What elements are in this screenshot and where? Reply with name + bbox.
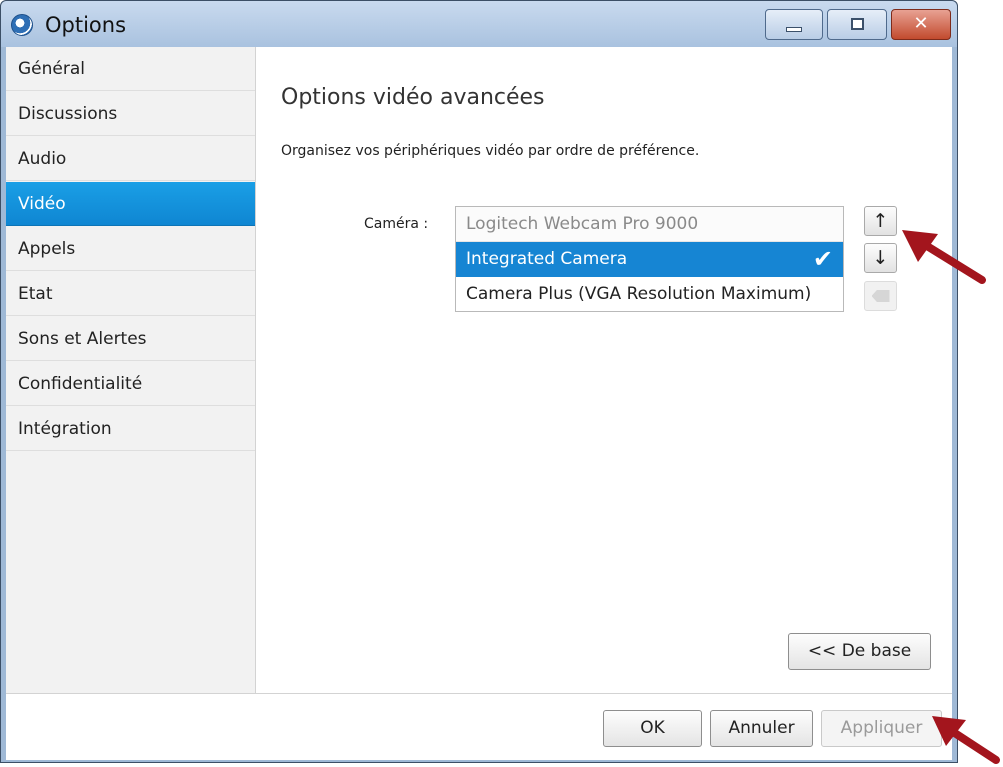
camera-list-item[interactable]: Camera Plus (VGA Resolution Maximum) xyxy=(456,277,843,312)
maximize-icon xyxy=(851,18,864,30)
sidebar-item[interactable]: Vidéo xyxy=(6,182,255,226)
page-description: Organisez vos périphériques vidéo par or… xyxy=(281,143,700,159)
dialog-client-area: Général Discussions Audio Vidéo Appels Etat So… xyxy=(6,47,952,760)
window-title: Options xyxy=(45,13,127,37)
sidebar-item[interactable]: Audio xyxy=(6,137,255,181)
sidebar: Général Discussions Audio Vidéo Appels Etat So… xyxy=(6,47,256,693)
minimize-icon xyxy=(786,27,802,32)
sidebar-item[interactable]: Appels xyxy=(6,227,255,271)
sidebar-item[interactable]: Confidentialité xyxy=(6,362,255,406)
ok-button[interactable]: OK xyxy=(603,710,702,747)
camera-list-item[interactable]: Logitech Webcam Pro 9000 xyxy=(456,207,843,242)
cancel-button[interactable]: Annuler xyxy=(710,710,813,747)
camera-list-item[interactable]: Integrated Camera ✔ xyxy=(456,242,843,277)
backspace-delete-icon xyxy=(871,290,890,302)
video-settings-panel: Options vidéo avancées Organisez vos pér… xyxy=(256,47,952,693)
remove-device-button[interactable] xyxy=(864,281,897,311)
move-up-button[interactable]: ↑ xyxy=(864,206,897,236)
close-icon: ✕ xyxy=(913,13,929,34)
annotation-arrow-icon xyxy=(902,230,986,284)
move-down-button[interactable]: ↓ xyxy=(864,243,897,273)
arrow-up-icon: ↑ xyxy=(872,210,889,232)
dialog-footer: OK Annuler Appliquer xyxy=(6,693,952,760)
close-button[interactable]: ✕ xyxy=(891,9,951,40)
sidebar-item[interactable]: Intégration xyxy=(6,407,255,451)
minimize-button[interactable] xyxy=(765,9,823,40)
camera-name: Logitech Webcam Pro 9000 xyxy=(466,214,699,234)
title-bar[interactable]: Options ✕ xyxy=(1,1,957,47)
camera-label: Caméra : xyxy=(364,216,429,232)
sidebar-item[interactable]: Discussions xyxy=(6,92,255,136)
sidebar-item[interactable]: Général xyxy=(6,47,255,91)
maximize-button[interactable] xyxy=(827,9,887,40)
sidebar-item[interactable]: Etat xyxy=(6,272,255,316)
camera-name: Camera Plus (VGA Resolution Maximum) xyxy=(466,284,812,304)
apply-button[interactable]: Appliquer xyxy=(821,710,942,747)
app-logo-icon xyxy=(11,14,33,36)
basic-options-button[interactable]: << De base xyxy=(788,633,931,670)
checkmark-icon: ✔ xyxy=(812,245,833,273)
options-window: Options ✕ Général Discussions Audio Vidéo Ap… xyxy=(0,0,958,763)
page-title: Options vidéo avancées xyxy=(281,85,545,110)
camera-list[interactable]: Logitech Webcam Pro 9000 Integrated Camer… xyxy=(455,206,844,312)
arrow-down-icon: ↓ xyxy=(872,247,889,269)
annotation-arrow-icon xyxy=(932,716,1000,764)
sidebar-item[interactable]: Sons et Alertes xyxy=(6,317,255,361)
camera-name: Integrated Camera xyxy=(466,249,628,269)
